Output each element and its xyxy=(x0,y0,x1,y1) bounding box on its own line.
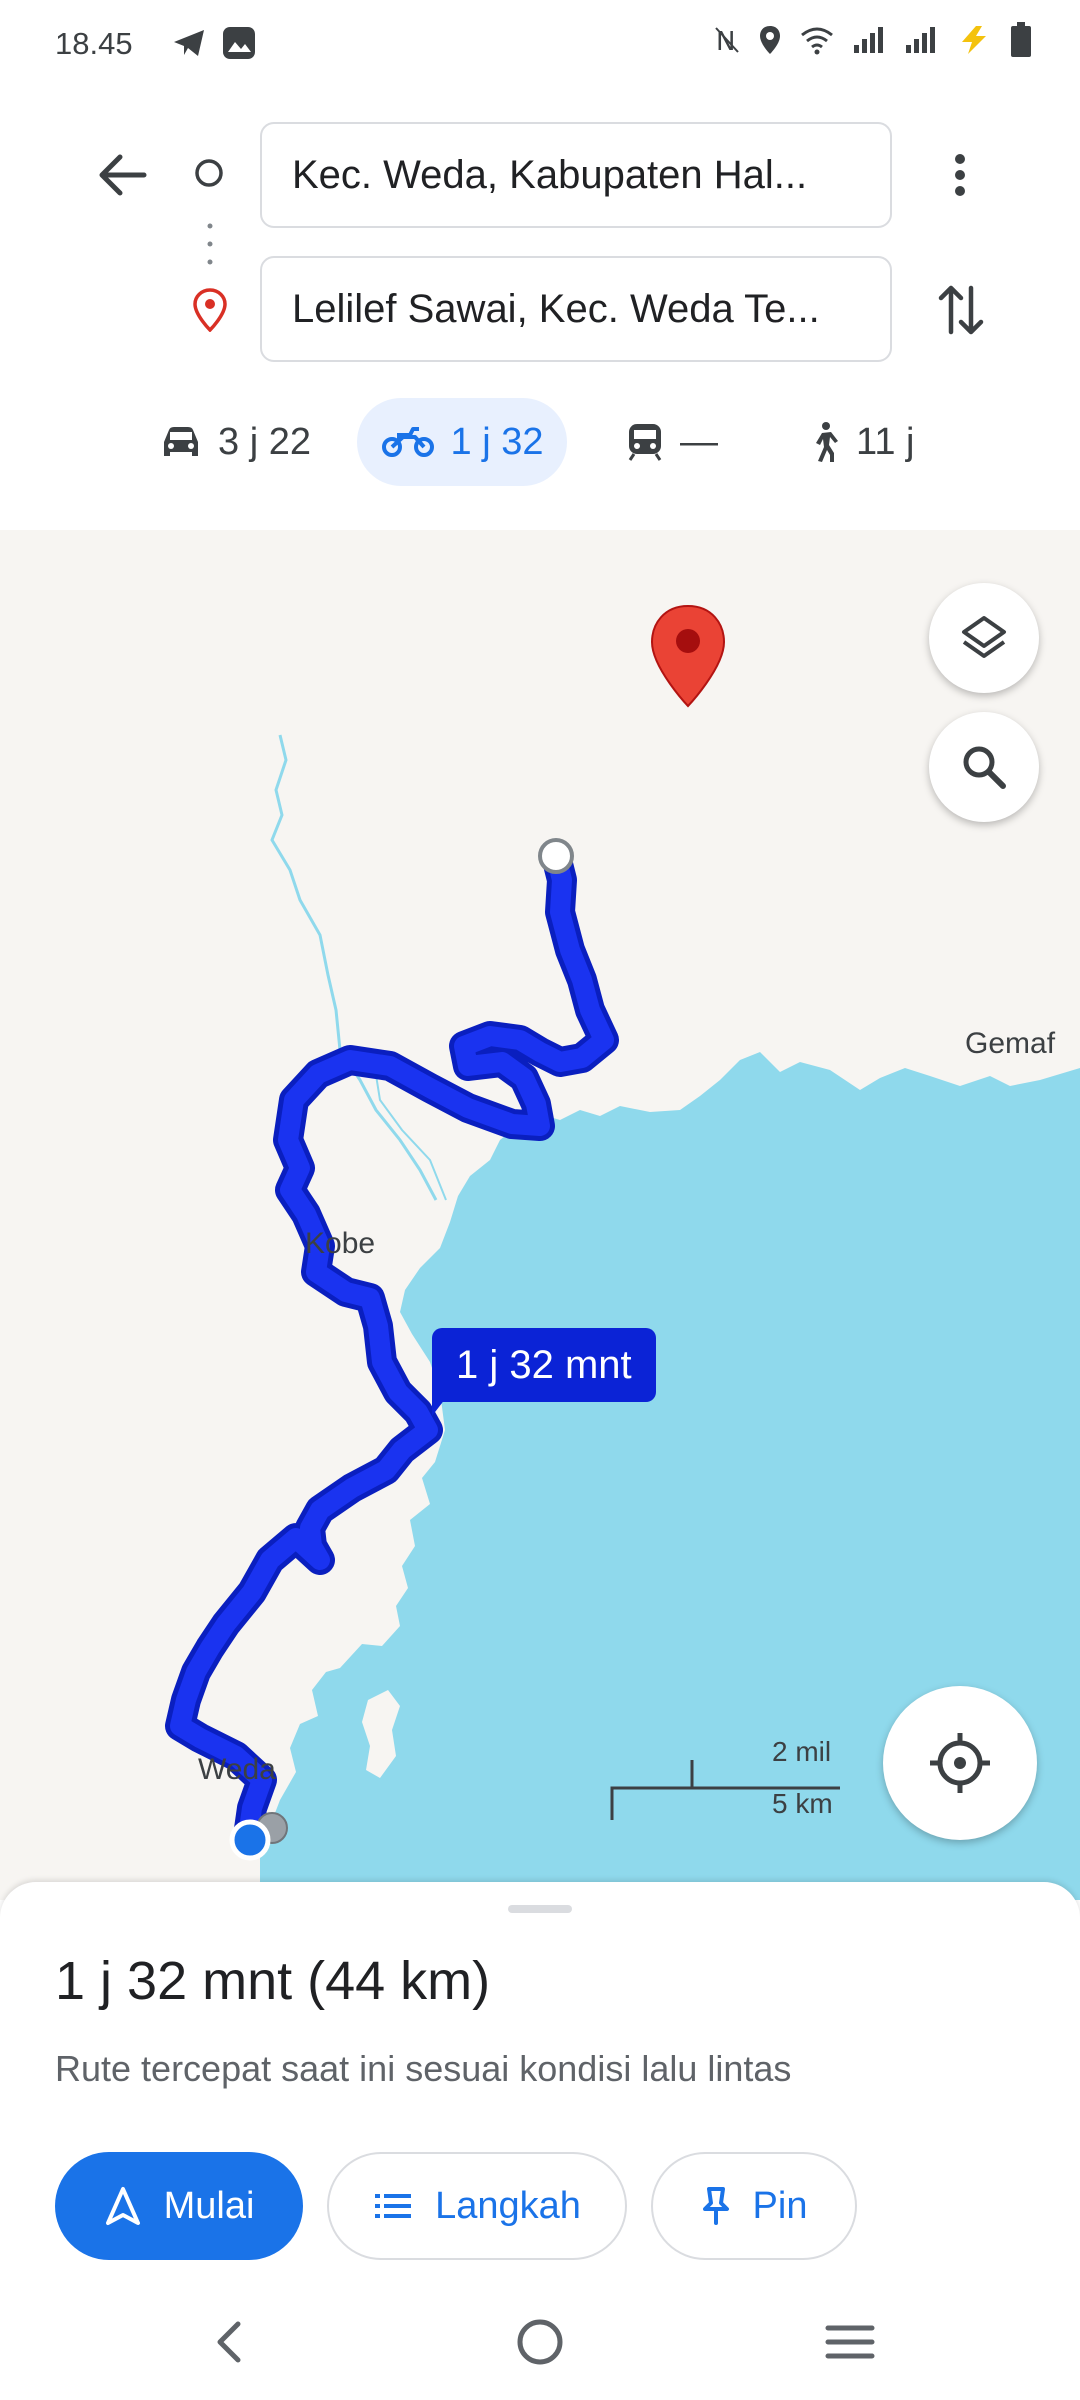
route-end-circle xyxy=(538,838,574,874)
system-home-button[interactable] xyxy=(510,2312,570,2372)
scale-metric-label: 5 km xyxy=(772,1788,833,1819)
status-icons: N xyxy=(714,22,1032,58)
crosshair-icon xyxy=(930,1733,990,1793)
pin-icon xyxy=(702,2187,729,2225)
tab-walk[interactable]: 11 j xyxy=(808,398,914,486)
route-eta-tail xyxy=(432,1390,452,1416)
start-label: Mulai xyxy=(163,2184,255,2227)
travel-mode-tabs: 3 j 22 1 j 32 — 11 j xyxy=(0,398,1080,488)
signal-icon xyxy=(904,25,938,55)
battery-icon xyxy=(1010,22,1032,58)
destination-text: Lelilef Sawai, Kec. Weda Te... xyxy=(292,286,820,331)
route-dots-icon xyxy=(206,220,214,270)
tab-transit[interactable]: — xyxy=(626,398,718,486)
origin-field[interactable]: Kec. Weda, Kabupaten Hal... xyxy=(260,122,892,228)
destination-pin-icon xyxy=(192,288,228,333)
car-icon xyxy=(164,427,198,456)
location-icon xyxy=(758,24,782,56)
status-time: 18.45 xyxy=(55,26,133,61)
mode-walk-label: 11 j xyxy=(856,420,915,463)
wifi-icon xyxy=(800,25,834,55)
nfc-icon: N xyxy=(714,24,740,56)
back-button[interactable] xyxy=(88,140,158,210)
signal-icon xyxy=(852,25,886,55)
system-recents-button[interactable] xyxy=(820,2312,880,2372)
home-circle-icon xyxy=(517,2319,563,2365)
search-icon xyxy=(963,746,1006,789)
pin-label: Pin xyxy=(752,2184,808,2227)
map-canvas xyxy=(165,604,1080,1900)
destination-marker-icon xyxy=(650,604,726,708)
walk-icon xyxy=(816,422,838,462)
sheet-drag-handle[interactable] xyxy=(508,1905,572,1913)
current-location-dot xyxy=(229,1819,271,1861)
destination-field[interactable]: Lelilef Sawai, Kec. Weda Te... xyxy=(260,256,892,362)
origin-text: Kec. Weda, Kabupaten Hal... xyxy=(292,152,808,197)
list-icon xyxy=(375,2194,412,2218)
mode-car-label: 3 j 22 xyxy=(218,420,311,463)
more-vert-icon xyxy=(955,154,965,196)
charging-icon xyxy=(956,24,992,56)
route-eta-text: 1 j 32 mnt xyxy=(456,1342,632,1387)
recents-menu-icon xyxy=(825,2325,875,2359)
steps-button[interactable]: Langkah xyxy=(327,2152,627,2260)
arrow-left-icon xyxy=(99,154,147,196)
map-view[interactable] xyxy=(0,530,1080,1900)
my-location-button[interactable] xyxy=(883,1686,1037,1840)
map-label-kobe: Kobe xyxy=(305,1227,376,1260)
river xyxy=(270,734,342,1051)
map-label-gemaf: Gemaf xyxy=(965,1027,1056,1060)
route-subtitle: Rute tercepat saat ini sesuai kondisi la… xyxy=(55,2048,792,2089)
pin-button[interactable]: Pin xyxy=(651,2152,857,2260)
swap-button[interactable] xyxy=(928,272,994,348)
mode-motorcycle-label: 1 j 32 xyxy=(450,420,544,463)
motorcycle-icon xyxy=(381,427,434,457)
route-eta-bubble[interactable]: 1 j 32 mnt xyxy=(432,1328,656,1402)
more-options-button[interactable] xyxy=(930,140,990,210)
gallery-icon xyxy=(222,26,256,65)
origin-circle-icon xyxy=(194,158,224,188)
telegram-icon xyxy=(172,28,206,63)
scale-imperial-label: 2 mil xyxy=(772,1736,832,1767)
mode-transit-label: — xyxy=(680,420,718,463)
swap-vert-icon xyxy=(938,285,984,335)
chevron-left-icon xyxy=(217,2321,241,2363)
train-icon xyxy=(628,424,662,461)
tab-car[interactable]: 3 j 22 xyxy=(160,398,311,486)
tab-motorcycle[interactable]: 1 j 32 xyxy=(357,398,567,486)
system-back-button[interactable] xyxy=(200,2312,260,2372)
map-label-weda: Weda xyxy=(198,1753,276,1786)
navigation-arrow-icon xyxy=(105,2187,140,2225)
start-button[interactable]: Mulai xyxy=(55,2152,303,2260)
route-summary: 1 j 32 mnt (44 km) xyxy=(55,1951,491,2011)
map-search-button[interactable] xyxy=(929,712,1039,822)
layers-icon xyxy=(962,616,1006,658)
layers-button[interactable] xyxy=(929,583,1039,693)
steps-label: Langkah xyxy=(435,2184,581,2227)
